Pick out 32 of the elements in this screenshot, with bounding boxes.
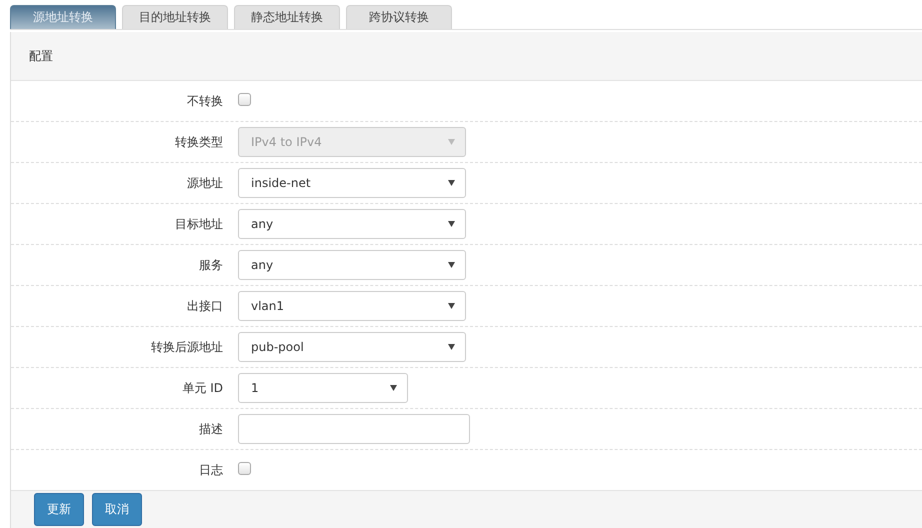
- caret-icon: [448, 303, 455, 309]
- caret-icon: [448, 221, 455, 227]
- dropdown[interactable]: pub-pool: [238, 332, 466, 362]
- field-label: 转换类型: [174, 134, 223, 150]
- dropdown[interactable]: inside-net: [238, 168, 466, 198]
- checkbox[interactable]: [238, 462, 251, 475]
- caret-icon: [448, 262, 455, 268]
- field-label: 出接口: [186, 298, 223, 314]
- caret-icon: [448, 344, 455, 350]
- field-label: 服务: [198, 256, 223, 274]
- form-button[interactable]: 取消: [92, 493, 142, 526]
- tab[interactable]: 静态地址转换: [234, 5, 340, 29]
- field-label: 目标地址: [174, 216, 223, 232]
- field-label: 描述: [198, 420, 223, 438]
- dropdown[interactable]: vlan1: [238, 291, 466, 321]
- field-label: 源地址: [186, 174, 223, 192]
- form-button[interactable]: 更新: [34, 493, 84, 526]
- field-label: 日志: [198, 462, 223, 478]
- caret-icon: [448, 180, 455, 186]
- field-label: 单元 ID: [181, 380, 223, 396]
- dropdown[interactable]: any: [238, 209, 466, 239]
- input-field[interactable]: [238, 414, 470, 444]
- field-label: 转换后源地址: [150, 338, 223, 356]
- tab[interactable]: 跨协议转换: [346, 5, 452, 29]
- caret-icon: [448, 139, 455, 145]
- tab[interactable]: 目的地址转换: [122, 5, 228, 29]
- dropdown[interactable]: 1: [238, 373, 408, 403]
- caret-icon: [390, 385, 397, 391]
- panel-title: 配置: [29, 48, 53, 64]
- field-label: 不转换: [186, 92, 223, 110]
- dropdown[interactable]: any: [238, 250, 466, 280]
- checkbox[interactable]: [238, 93, 251, 106]
